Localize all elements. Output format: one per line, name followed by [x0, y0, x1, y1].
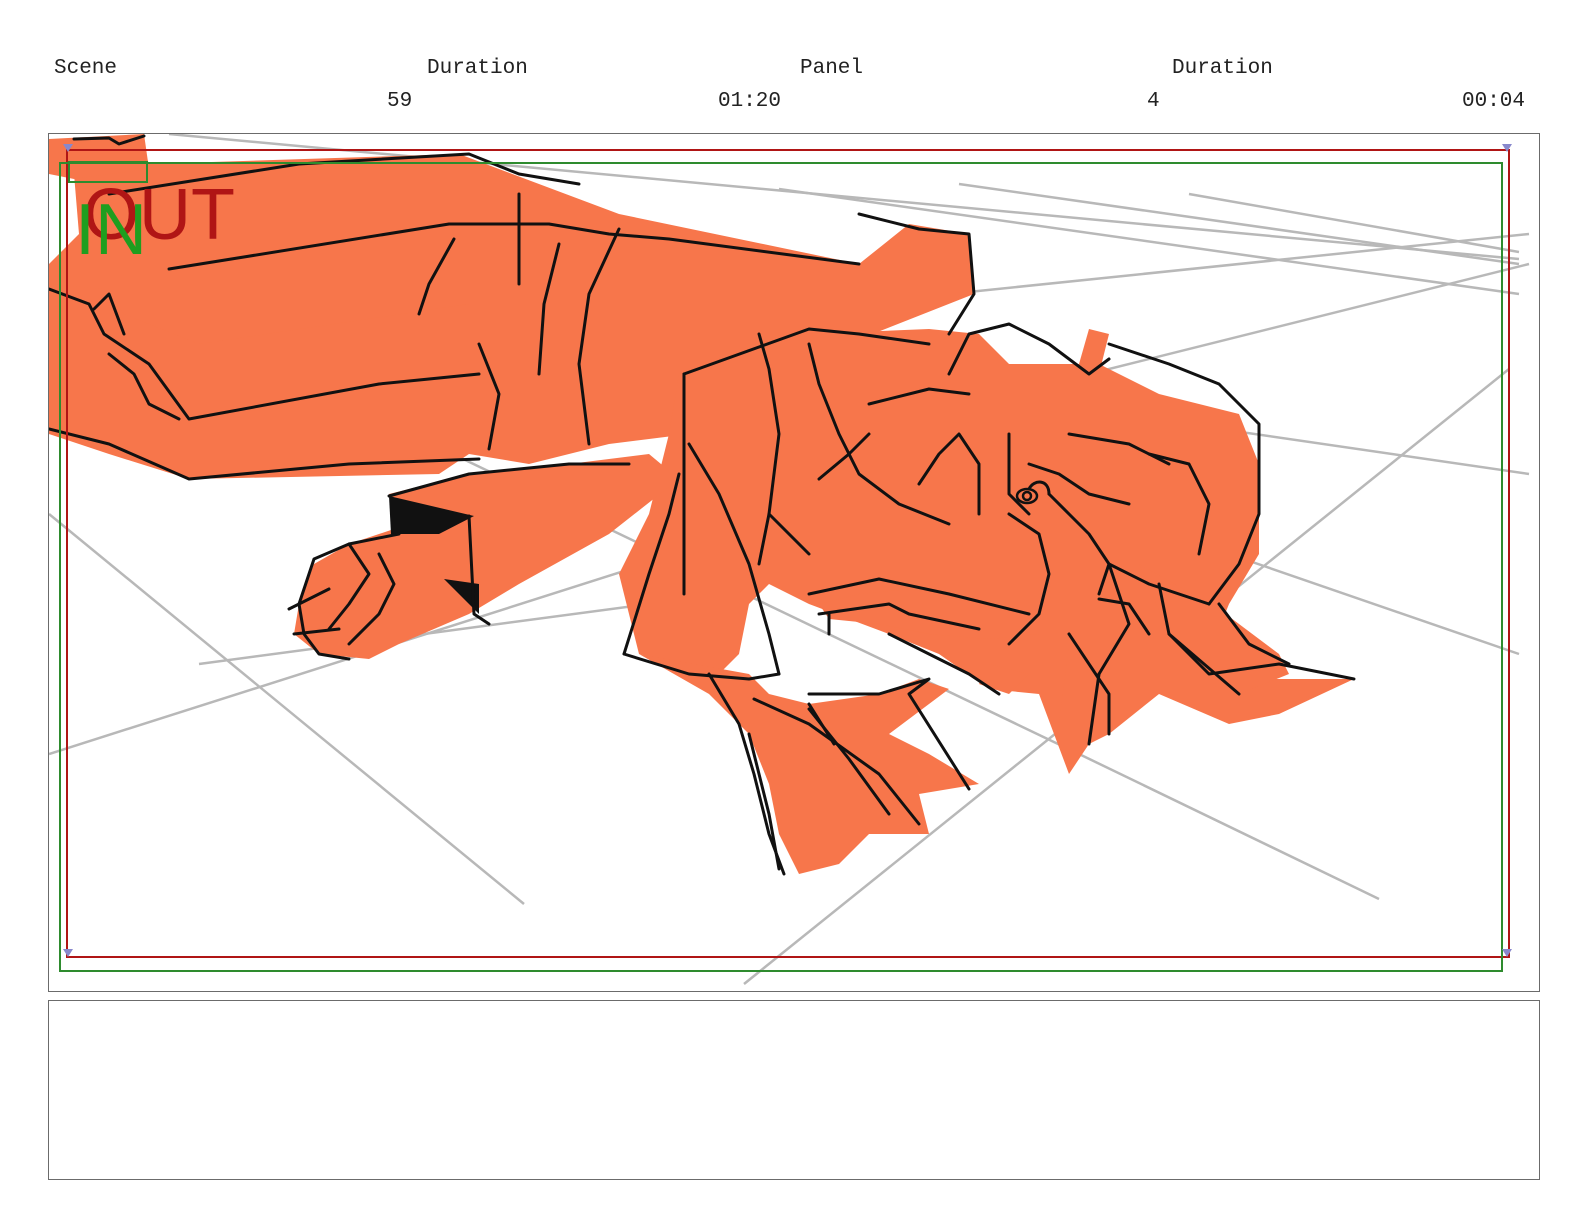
panel-notes-box[interactable]: [48, 1000, 1540, 1180]
storyboard-panel-frame[interactable]: OUT IN: [48, 133, 1540, 992]
panel-drawing: [49, 134, 1530, 985]
scene-duration-label: Duration: [427, 57, 528, 80]
scene-duration-value: 01:20: [718, 90, 782, 113]
scene-label: Scene: [54, 57, 118, 80]
in-marker: IN: [75, 190, 147, 270]
panel-label: Panel: [800, 57, 864, 80]
scene-number: 59: [387, 90, 413, 113]
character-fill: [49, 134, 1354, 874]
panel-notes-text: [49, 1001, 1539, 1021]
panel-duration-label: Duration: [1172, 57, 1273, 80]
panel-number: 4: [1147, 90, 1160, 113]
panel-duration-value: 00:04: [1462, 90, 1526, 113]
